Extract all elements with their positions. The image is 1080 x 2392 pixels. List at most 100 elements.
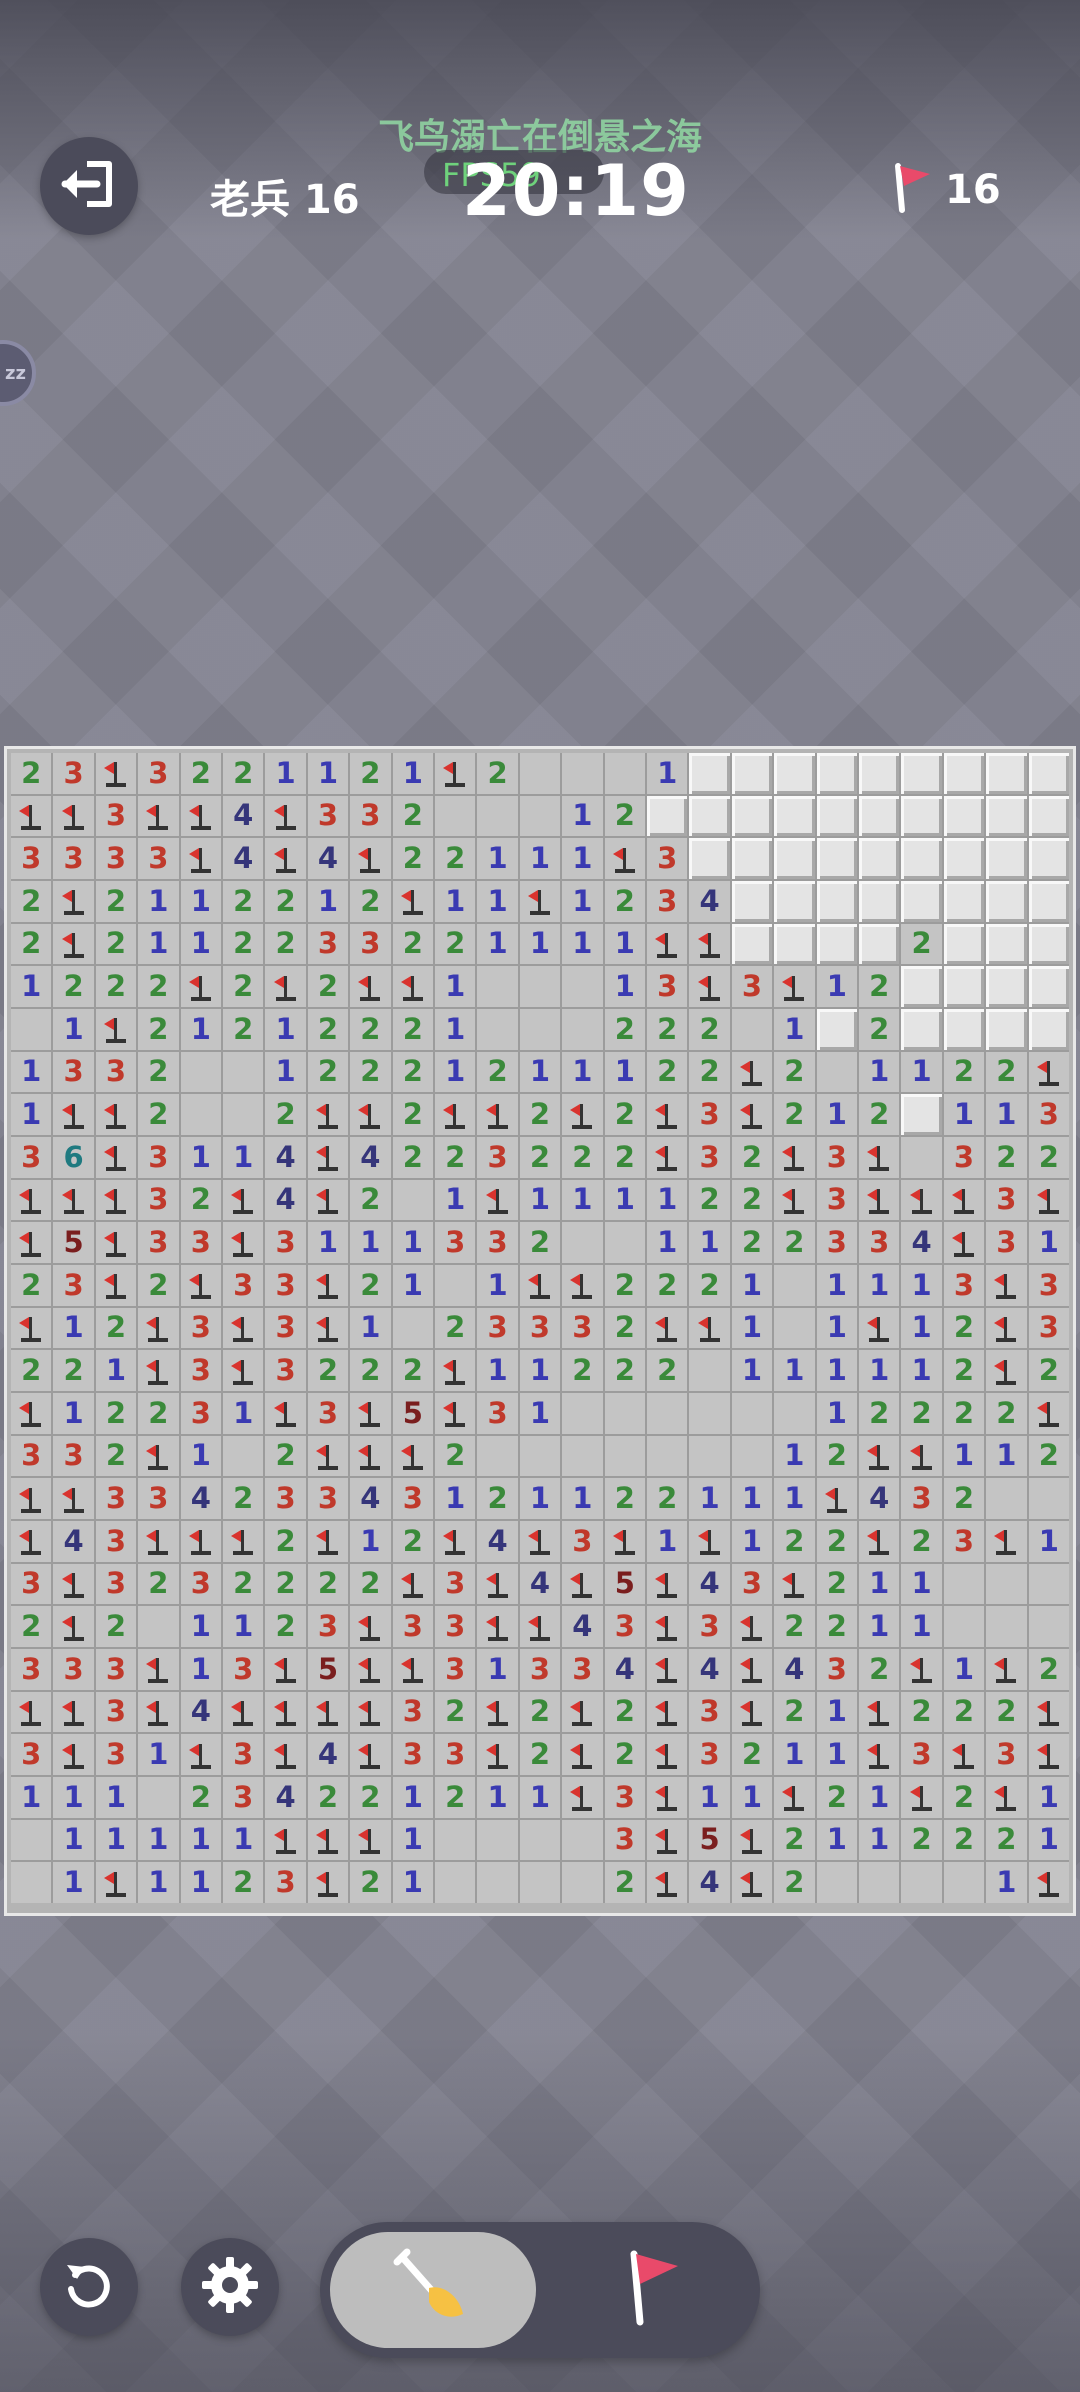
cell-number[interactable]: 1 (859, 1265, 900, 1306)
cell-number[interactable]: 2 (901, 1393, 942, 1434)
side-badge[interactable]: zz (0, 340, 36, 406)
cell-flag[interactable] (307, 1691, 349, 1733)
cell-empty[interactable] (562, 753, 603, 794)
cell-number[interactable]: 2 (223, 1009, 264, 1050)
cell-flag[interactable] (307, 1265, 349, 1306)
cell-number[interactable]: 1 (392, 1777, 433, 1818)
cell-number[interactable]: 2 (53, 1350, 94, 1391)
cell-empty[interactable] (519, 1009, 561, 1050)
cell-number[interactable]: 1 (307, 1222, 349, 1263)
cell-hidden[interactable] (816, 795, 857, 837)
settings-button[interactable] (181, 2238, 279, 2336)
cell-number[interactable]: 3 (350, 795, 391, 837)
cell-number[interactable]: 3 (223, 1265, 264, 1306)
cell-number[interactable]: 1 (138, 1819, 179, 1861)
cell-hidden[interactable] (731, 838, 773, 879)
cell-number[interactable]: 1 (901, 1606, 942, 1647)
cell-number[interactable]: 2 (816, 1606, 857, 1647)
cell-number[interactable]: 1 (647, 753, 688, 794)
cell-number[interactable]: 2 (604, 1691, 645, 1733)
cell-hidden[interactable] (1028, 838, 1069, 879)
cell-number[interactable]: 1 (392, 753, 433, 794)
cell-flag[interactable] (265, 838, 306, 879)
cell-hidden[interactable] (774, 838, 815, 879)
cell-flag[interactable] (647, 1606, 688, 1647)
cell-number[interactable]: 3 (901, 1734, 942, 1775)
cell-number[interactable]: 1 (901, 1563, 942, 1605)
cell-number[interactable]: 2 (223, 753, 264, 794)
cell-flag[interactable] (604, 1521, 645, 1562)
cell-number[interactable]: 3 (180, 1393, 221, 1434)
cell-flag[interactable] (562, 1734, 603, 1775)
cell-empty[interactable] (138, 1606, 179, 1647)
cell-number[interactable]: 5 (689, 1819, 730, 1861)
cell-hidden[interactable] (901, 753, 942, 794)
cell-flag[interactable] (392, 966, 433, 1007)
cell-number[interactable]: 1 (986, 1862, 1027, 1903)
cell-number[interactable]: 3 (477, 1137, 518, 1178)
cell-number[interactable]: 2 (943, 1819, 985, 1861)
cell-flag[interactable] (477, 1734, 518, 1775)
cell-flag[interactable] (392, 1649, 433, 1690)
cell-flag[interactable] (731, 1094, 773, 1135)
cell-number[interactable]: 1 (859, 1606, 900, 1647)
cell-number[interactable]: 2 (604, 1137, 645, 1178)
cell-empty[interactable] (604, 1222, 645, 1263)
cell-number[interactable]: 1 (859, 1350, 900, 1391)
cell-number[interactable]: 3 (53, 1649, 94, 1690)
cell-number[interactable]: 1 (519, 1393, 561, 1434)
cell-number[interactable]: 2 (350, 1777, 391, 1818)
cell-number[interactable]: 3 (816, 1137, 857, 1178)
cell-number[interactable]: 1 (901, 1051, 942, 1093)
cell-flag[interactable] (731, 1691, 773, 1733)
cell-flag[interactable] (350, 1819, 391, 1861)
cell-number[interactable]: 3 (1028, 1265, 1069, 1306)
cell-number[interactable]: 2 (774, 1819, 815, 1861)
cell-flag[interactable] (223, 1222, 264, 1263)
cell-number[interactable]: 2 (180, 753, 221, 794)
cell-number[interactable]: 1 (435, 1009, 476, 1050)
cell-number[interactable]: 2 (943, 1691, 985, 1733)
cell-number[interactable]: 3 (519, 1649, 561, 1690)
cell-number[interactable]: 1 (95, 1819, 137, 1861)
cell-flag[interactable] (647, 1862, 688, 1903)
cell-number[interactable]: 2 (138, 1393, 179, 1434)
cell-number[interactable]: 2 (816, 1777, 857, 1818)
cell-hidden[interactable] (731, 795, 773, 837)
cell-hidden[interactable] (901, 966, 942, 1007)
cell-empty[interactable] (435, 1819, 476, 1861)
cell-number[interactable]: 2 (392, 923, 433, 965)
cell-number[interactable]: 4 (859, 1478, 900, 1519)
cell-flag[interactable] (180, 966, 221, 1007)
cell-flag[interactable] (731, 1051, 773, 1093)
cell-flag[interactable] (11, 1521, 52, 1562)
cell-number[interactable]: 2 (180, 1777, 221, 1818)
cell-flag[interactable] (265, 1649, 306, 1690)
cell-flag[interactable] (689, 1307, 730, 1349)
cell-number[interactable]: 3 (604, 1819, 645, 1861)
cell-number[interactable]: 2 (604, 795, 645, 837)
cell-hidden[interactable] (901, 838, 942, 879)
cell-number[interactable]: 2 (435, 1435, 476, 1477)
cell-flag[interactable] (1028, 1734, 1069, 1775)
cell-flag[interactable] (138, 1649, 179, 1690)
cell-flag[interactable] (901, 1435, 942, 1477)
cell-hidden[interactable] (816, 923, 857, 965)
cell-number[interactable]: 1 (519, 1350, 561, 1391)
cell-number[interactable]: 2 (138, 1051, 179, 1093)
cell-number[interactable]: 1 (138, 1734, 179, 1775)
cell-number[interactable]: 3 (689, 1094, 730, 1135)
cell-empty[interactable] (689, 1435, 730, 1477)
cell-flag[interactable] (307, 1094, 349, 1135)
exit-button[interactable] (40, 137, 138, 235)
cell-number[interactable]: 2 (435, 838, 476, 879)
cell-number[interactable]: 2 (435, 1307, 476, 1349)
cell-number[interactable]: 3 (138, 838, 179, 879)
cell-flag[interactable] (943, 1179, 985, 1221)
cell-number[interactable]: 2 (477, 1051, 518, 1093)
cell-number[interactable]: 2 (816, 1521, 857, 1562)
cell-flag[interactable] (11, 1222, 52, 1263)
cell-number[interactable]: 2 (350, 753, 391, 794)
cell-hidden[interactable] (689, 838, 730, 879)
cell-empty[interactable] (435, 1862, 476, 1903)
